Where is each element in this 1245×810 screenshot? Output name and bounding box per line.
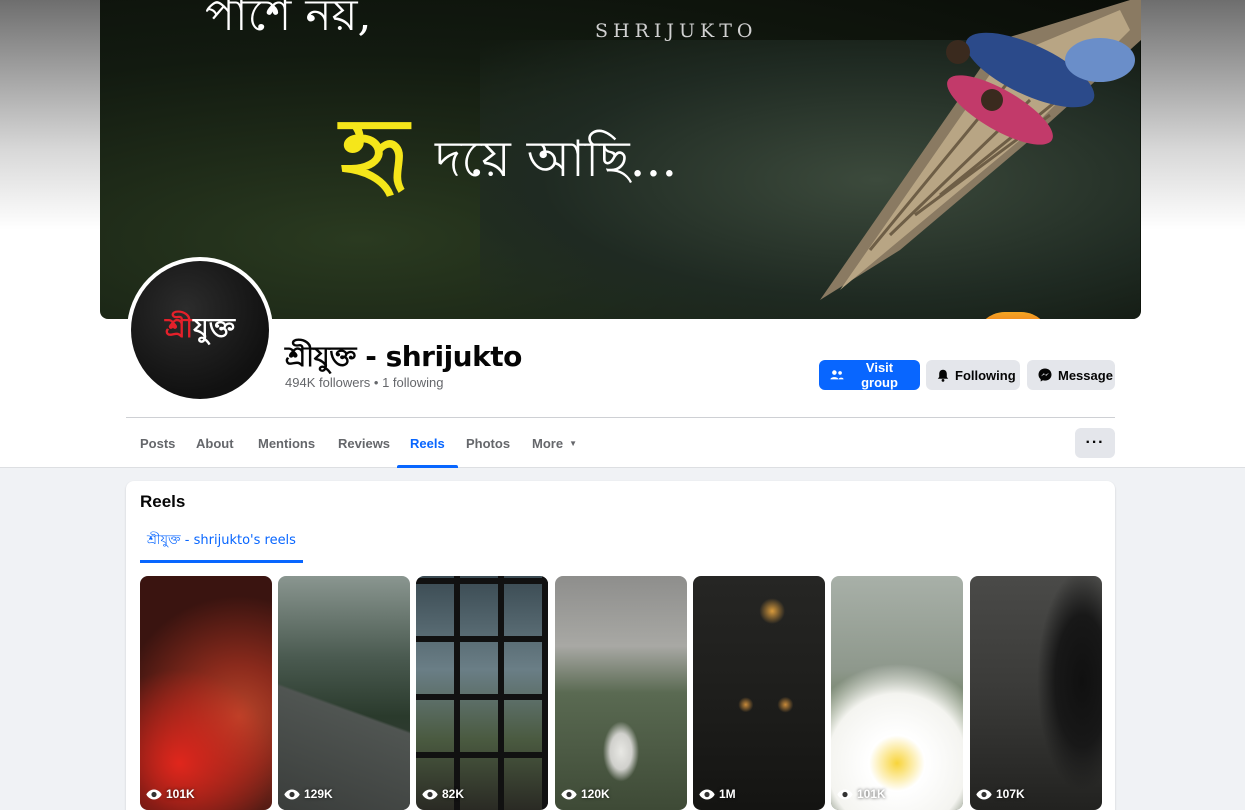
cover-headline-yellow: হৃ <box>340 97 409 205</box>
reel-views: 1M <box>699 787 736 801</box>
visit-group-button[interactable]: Visit group <box>819 360 920 390</box>
reel-image <box>278 576 410 810</box>
bell-icon <box>937 369 949 382</box>
reel-views: 129K <box>284 787 333 801</box>
reel-view-count: 1M <box>719 787 736 801</box>
page-stats: 494K followers • 1 following <box>285 375 444 390</box>
reel-image <box>140 576 272 810</box>
reel-thumbnail[interactable]: 129K <box>278 576 410 810</box>
reel-image <box>693 576 825 810</box>
following-button[interactable]: Following <box>926 360 1020 390</box>
profile-avatar[interactable]: শ্রীযুক্ত <box>127 257 273 403</box>
cover-top-text: পাশে নয়, <box>205 0 372 41</box>
visit-group-label: Visit group <box>861 360 898 390</box>
reel-view-count: 82K <box>442 787 465 801</box>
message-label: Message <box>1058 367 1113 383</box>
reel-view-count: 101K <box>166 787 195 801</box>
boat-illustration <box>820 0 1141 300</box>
tab-photos-label: Photos <box>466 435 511 451</box>
cover-photo[interactable]: পাশে নয়, SHRIJUKTO হৃ দয়ে আছি... <box>100 0 1141 319</box>
reels-section-title: Reels <box>140 492 186 511</box>
tab-mentions[interactable]: Mentions <box>245 418 328 468</box>
eye-icon <box>976 789 992 799</box>
tab-more-label: More <box>532 435 564 451</box>
reel-thumbnail[interactable]: 101K <box>831 576 963 810</box>
eye-icon <box>561 789 577 799</box>
tab-reviews-label: Reviews <box>338 435 391 451</box>
reel-image <box>831 576 963 810</box>
avatar-logo: শ্রীযুক্ত <box>165 308 235 353</box>
reel-view-count: 107K <box>996 787 1025 801</box>
stats-separator: • <box>370 375 383 390</box>
reel-views: 82K <box>422 787 464 801</box>
eye-icon <box>284 789 300 799</box>
cover-headline-white: দয়ে আছি... <box>435 130 678 188</box>
messenger-icon <box>1038 368 1052 382</box>
reel-image <box>970 576 1102 810</box>
reel-views: 120K <box>561 787 610 801</box>
eye-icon <box>699 789 715 799</box>
reel-thumbnail[interactable]: 82K <box>416 576 548 810</box>
reel-thumbnail[interactable]: 120K <box>555 576 687 810</box>
following-link[interactable]: 1 following <box>382 375 443 390</box>
reel-view-count: 129K <box>304 787 333 801</box>
avatar-logo-white: যুক্ত <box>193 312 235 344</box>
eye-icon <box>422 789 438 799</box>
tab-photos[interactable]: Photos <box>453 418 523 468</box>
tab-about-label: About <box>196 435 234 451</box>
reel-image <box>555 576 687 810</box>
tab-reels-label: Reels <box>410 435 445 451</box>
tab-posts[interactable]: Posts <box>127 418 188 468</box>
following-label: Following <box>955 367 1016 383</box>
eye-icon <box>146 789 162 799</box>
reel-view-count: 101K <box>857 787 886 801</box>
reel-views: 101K <box>146 787 195 801</box>
reel-thumbnail[interactable]: 107K <box>970 576 1102 810</box>
tab-posts-label: Posts <box>140 435 176 451</box>
reel-views: 101K <box>837 787 886 801</box>
reel-thumbnail[interactable]: 1M <box>693 576 825 810</box>
message-button[interactable]: Message <box>1027 360 1115 390</box>
tab-reviews[interactable]: Reviews <box>325 418 403 468</box>
reels-card: Reels শ্রীযুক্ত - shrijukto's reels 101K… <box>126 481 1115 810</box>
followers-link[interactable]: 494K followers <box>285 375 370 390</box>
reel-views: 107K <box>976 787 1025 801</box>
avatar-logo-circle: শ্রীযুক্ত <box>131 261 269 399</box>
tab-about[interactable]: About <box>183 418 247 468</box>
tab-page-reels[interactable]: শ্রীযুক্ত - shrijukto's reels <box>140 519 303 563</box>
chevron-down-icon: ▼ <box>569 438 577 448</box>
tab-reels[interactable]: Reels <box>397 418 458 468</box>
reel-view-count: 120K <box>581 787 610 801</box>
tab-mentions-label: Mentions <box>258 435 316 451</box>
tab-more[interactable]: More ▼ <box>519 418 590 468</box>
eye-icon <box>837 789 853 799</box>
reel-image <box>416 576 548 810</box>
group-icon <box>830 370 844 380</box>
more-options-button[interactable]: ··· <box>1075 428 1115 458</box>
avatar-logo-red: শ্রী <box>165 312 194 344</box>
reel-thumbnail[interactable]: 101K <box>140 576 272 810</box>
